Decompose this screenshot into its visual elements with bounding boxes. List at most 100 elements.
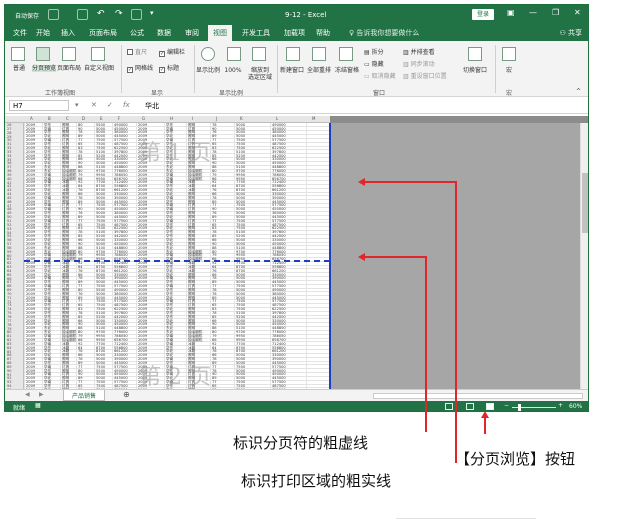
tab-data[interactable]: 数据 <box>157 28 171 38</box>
zoom-level[interactable]: 60% <box>569 403 582 410</box>
page-layout-view-icon[interactable] <box>62 47 76 61</box>
tab-insert[interactable]: 插入 <box>61 28 75 38</box>
sheet-tab-product-sales[interactable]: 产品销售 <box>63 390 106 401</box>
page-layout-view-button[interactable]: 页面布局 <box>56 65 82 72</box>
tell-me-search[interactable]: ♀ 告诉我你想要做什么 <box>349 28 419 38</box>
vertical-scroll-thumb[interactable] <box>582 173 588 233</box>
undo-icon[interactable]: ↶ <box>97 9 105 19</box>
column-header-h[interactable]: H <box>170 116 173 121</box>
macro-record-icon[interactable]: ▦ <box>35 402 41 409</box>
zoom-icon[interactable] <box>201 47 215 61</box>
sync-scroll-button[interactable]: ▥ 同步滚动 <box>403 61 435 68</box>
unhide-button[interactable]: ▭ 取消隐藏 <box>364 73 396 80</box>
macros-icon[interactable] <box>502 47 516 61</box>
minimize-button[interactable]: — <box>529 8 537 17</box>
tab-home[interactable]: 开始 <box>36 28 50 38</box>
column-header-e[interactable]: E <box>100 116 103 121</box>
prev-sheet-icon[interactable]: ◀ <box>25 391 30 398</box>
horizontal-scrollbar[interactable] <box>373 393 583 399</box>
zoom-in-button[interactable]: + <box>558 402 563 409</box>
column-header-k[interactable]: K <box>240 116 243 121</box>
close-button[interactable]: ✕ <box>574 8 581 17</box>
ruler-checkbox[interactable]: 直尺 <box>127 49 147 56</box>
qat-more-icon[interactable]: ▾ <box>150 9 154 17</box>
column-header-b[interactable]: B <box>48 116 51 121</box>
tab-review[interactable]: 审阅 <box>185 28 199 38</box>
normal-view-icon[interactable] <box>11 47 25 61</box>
zoom-100-icon[interactable] <box>227 47 241 61</box>
column-header-l[interactable]: L <box>276 116 278 121</box>
reset-window-icon: ▥ <box>403 73 411 80</box>
collapse-ribbon-icon[interactable]: ^ <box>576 88 581 95</box>
autosave-toggle[interactable] <box>48 9 59 20</box>
tab-formulas[interactable]: 公式 <box>130 28 144 38</box>
page-layout-status-button[interactable] <box>466 403 474 410</box>
ribbon-display-icon[interactable]: ▣ <box>507 8 515 17</box>
worksheet-grid[interactable]: 2009 华东 照明 80 5500 490000 2009 华东 照明 78 5000 490000… <box>24 123 330 389</box>
column-header-g[interactable]: G <box>142 116 145 121</box>
formula-bar-checkbox[interactable]: ✓ 编辑栏 <box>159 49 185 57</box>
tab-file[interactable]: 文件 <box>13 28 27 38</box>
column-header-d[interactable]: D <box>82 116 85 121</box>
page-break-preview-icon[interactable] <box>36 47 50 61</box>
add-sheet-icon[interactable]: ⊕ <box>123 390 130 399</box>
new-window-icon[interactable] <box>286 47 300 61</box>
switch-windows-icon[interactable] <box>468 47 482 61</box>
arrange-all-icon[interactable] <box>312 47 326 61</box>
column-header-f[interactable]: F <box>118 116 120 121</box>
zoom-to-selection-button[interactable]: 缩放到 选定区域 <box>244 67 276 81</box>
arrange-all-button[interactable]: 全部重排 <box>305 67 333 74</box>
headings-checkbox[interactable]: ✓ 标题 <box>159 65 179 73</box>
page-break-dashed-line[interactable] <box>24 260 330 262</box>
column-header-c[interactable]: C <box>66 116 69 121</box>
gridlines-checkbox[interactable]: ✓ 网格线 <box>127 65 153 73</box>
cancel-icon[interactable]: ✕ <box>91 101 97 109</box>
save-icon[interactable] <box>77 9 88 20</box>
vertical-scrollbar[interactable] <box>580 123 588 389</box>
new-window-button[interactable]: 新建窗口 <box>277 67 307 74</box>
gridline-col <box>234 123 235 389</box>
column-header-i[interactable]: I <box>192 116 193 121</box>
restore-button[interactable]: ❐ <box>552 8 559 17</box>
print-preview-icon[interactable] <box>131 9 142 20</box>
next-sheet-icon[interactable]: ▶ <box>39 391 44 398</box>
zoom-slider-thumb[interactable] <box>518 404 521 411</box>
zoom-button[interactable]: 显示比例 <box>194 67 222 74</box>
tab-page-layout[interactable]: 页面布局 <box>89 28 117 38</box>
name-box[interactable]: H7 <box>9 100 69 111</box>
zoom-selection-icon[interactable] <box>252 47 266 61</box>
column-header-j[interactable]: J <box>216 116 217 121</box>
redo-icon[interactable]: ↷ <box>115 9 123 19</box>
zoom-out-button[interactable]: − <box>504 402 509 409</box>
page-2-watermark: 第 2 页 <box>139 365 211 389</box>
page-break-preview-button[interactable]: 分页预览 <box>32 65 56 72</box>
switch-windows-button[interactable]: 切换窗口 <box>457 67 493 74</box>
freeze-panes-icon[interactable] <box>339 47 353 61</box>
tab-developer[interactable]: 开发工具 <box>242 28 270 38</box>
custom-views-icon[interactable] <box>91 47 105 61</box>
page-break-preview-status-button[interactable] <box>486 403 494 410</box>
normal-view-button[interactable]: 普通 <box>9 65 29 72</box>
freeze-panes-button[interactable]: 冻结窗格 <box>332 67 362 74</box>
hide-button[interactable]: ▭ 隐藏 <box>364 61 384 68</box>
tab-addins[interactable]: 加载项 <box>284 28 305 38</box>
gridline-col <box>42 123 43 389</box>
reset-window-button[interactable]: ▥ 重设窗口位置 <box>403 73 447 80</box>
share-button[interactable]: ⚇ 共享 <box>559 28 582 38</box>
column-header-m[interactable]: M <box>312 116 315 121</box>
column-header-a[interactable]: A <box>30 116 33 121</box>
insert-function-button[interactable]: fx <box>123 101 130 109</box>
split-button[interactable]: ▤ 拆分 <box>364 49 384 56</box>
view-side-by-side-button[interactable]: ▥ 并排查看 <box>403 49 435 56</box>
login-button[interactable]: 登录 <box>472 9 494 20</box>
tab-help[interactable]: 帮助 <box>316 28 330 38</box>
enter-icon[interactable]: ✓ <box>107 101 113 109</box>
tab-view[interactable]: 视图 <box>208 25 232 41</box>
formula-input[interactable]: 华北 <box>145 101 159 111</box>
macros-button[interactable]: 宏 <box>498 67 520 74</box>
normal-view-status-button[interactable] <box>445 403 453 410</box>
custom-views-button[interactable]: 自定义视图 <box>82 65 116 72</box>
name-box-dropdown-icon[interactable]: ▾ <box>75 101 79 109</box>
group-divider <box>495 45 496 93</box>
zoom-100-button[interactable]: 100% <box>222 67 244 74</box>
